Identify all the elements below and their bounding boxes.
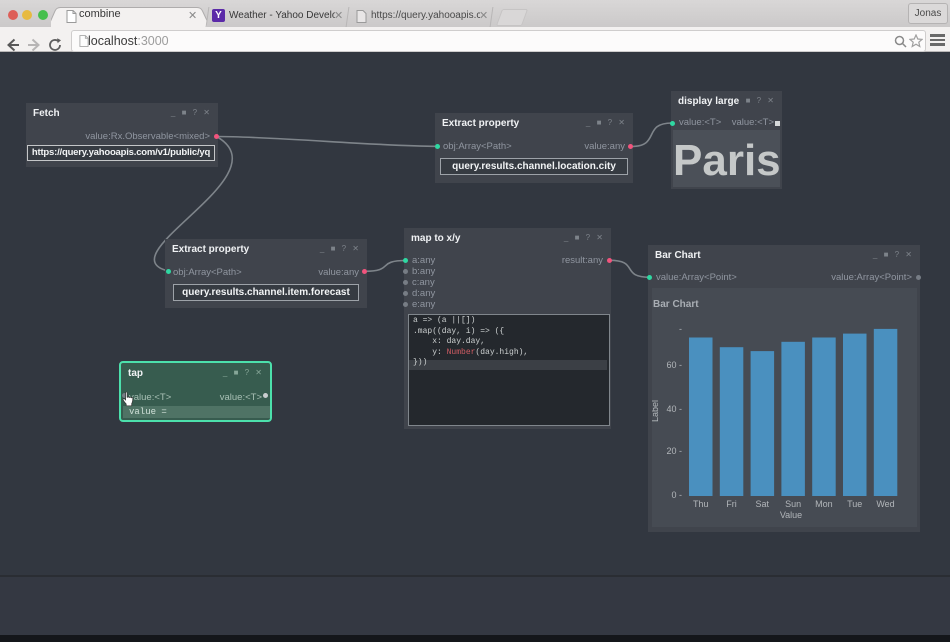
- svg-text:-: -: [679, 324, 682, 334]
- svg-text:Bar Chart: Bar Chart: [653, 299, 699, 310]
- svg-text:60 -: 60 -: [666, 360, 682, 370]
- svg-text:Mon: Mon: [815, 499, 833, 509]
- svg-text:Value: Value: [780, 510, 802, 520]
- svg-text:Label: Label: [652, 400, 660, 422]
- svg-text:Sun: Sun: [785, 499, 801, 509]
- svg-text:Thu: Thu: [693, 499, 709, 509]
- svg-text:Fri: Fri: [726, 499, 737, 509]
- svg-text:20 -: 20 -: [666, 446, 682, 456]
- svg-text:Wed: Wed: [876, 499, 894, 509]
- svg-text:Sat: Sat: [756, 499, 770, 509]
- svg-text:0 -: 0 -: [671, 490, 682, 500]
- svg-text:40 -: 40 -: [666, 404, 682, 414]
- svg-text:Tue: Tue: [847, 499, 862, 509]
